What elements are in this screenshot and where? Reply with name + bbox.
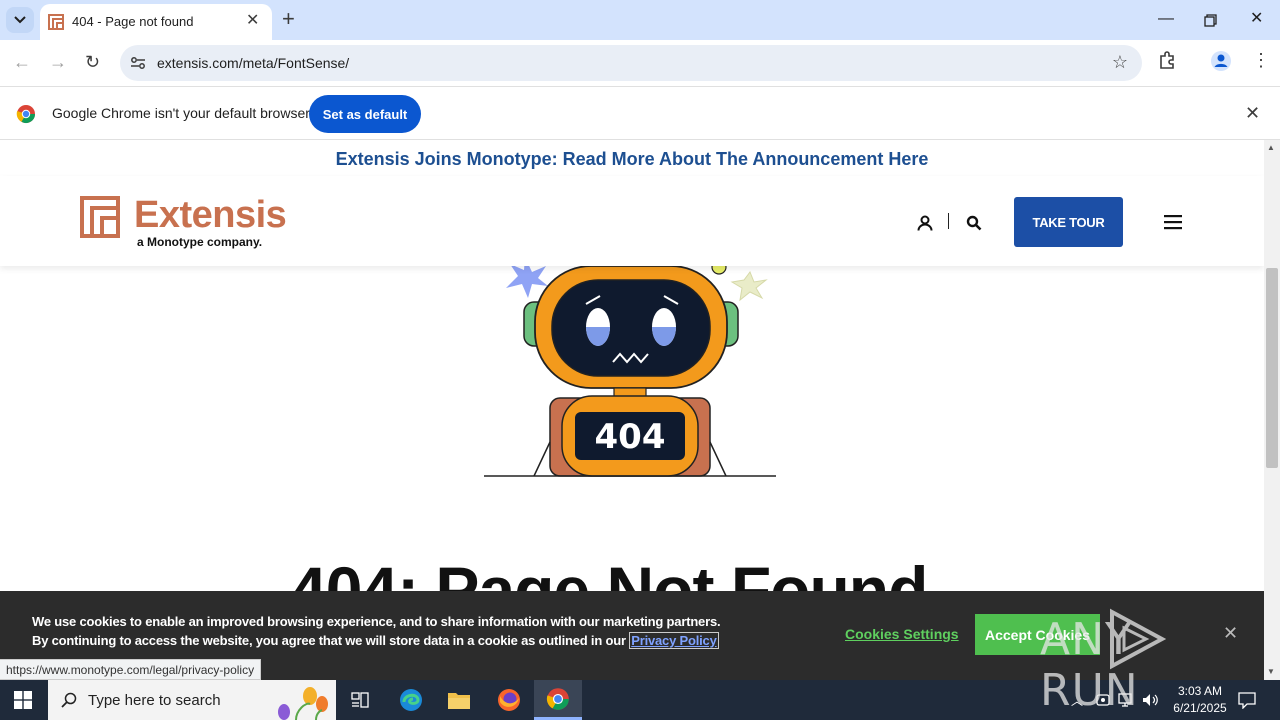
scroll-thumb[interactable] [1266, 268, 1278, 468]
back-icon[interactable]: ← [13, 52, 31, 72]
bookmark-star-icon[interactable]: ☆ [1112, 52, 1128, 73]
active-tab[interactable]: 404 - Page not found ✕ [40, 4, 272, 40]
volume-icon[interactable] [1142, 692, 1160, 708]
page-scrollbar[interactable]: ▲ ▼ [1264, 140, 1280, 680]
address-bar[interactable]: extensis.com/meta/FontSense/ ☆ [120, 45, 1142, 81]
privacy-policy-link[interactable]: Privacy Policy [629, 632, 719, 649]
account-icon[interactable] [917, 215, 933, 231]
close-cookie-banner-icon[interactable]: ✕ [1223, 623, 1238, 644]
logo-tagline: a Monotype company. [137, 235, 263, 249]
tab-strip: 404 - Page not found ✕ + — ✕ [0, 0, 1280, 40]
cookies-settings-link[interactable]: Cookies Settings [845, 626, 959, 642]
extensis-favicon-icon [48, 14, 64, 30]
restore-icon[interactable] [1204, 14, 1217, 27]
tulips-decoration-icon [278, 687, 328, 720]
hamburger-menu-icon[interactable] [1163, 214, 1183, 230]
scroll-down-icon[interactable]: ▼ [1267, 667, 1275, 676]
folder-icon [448, 693, 470, 709]
firefox-icon [498, 689, 520, 711]
scroll-up-icon[interactable]: ▲ [1267, 143, 1275, 152]
search-icon[interactable] [966, 215, 982, 231]
sparkle-icon [730, 270, 768, 302]
notifications-icon[interactable] [1238, 691, 1256, 709]
file-explorer-taskbar-button[interactable] [435, 680, 483, 720]
reload-icon[interactable]: ↻ [85, 52, 100, 72]
edge-taskbar-button[interactable] [387, 680, 435, 720]
minimize-icon[interactable]: — [1158, 10, 1174, 28]
windows-start-icon[interactable] [14, 691, 32, 709]
chrome-menu-icon[interactable]: ⋮ [1252, 51, 1270, 69]
tab-search-button[interactable] [6, 7, 34, 33]
taskbar-search-placeholder: Type here to search [88, 692, 221, 709]
extensions-icon[interactable] [1158, 50, 1178, 70]
infobar-message: Google Chrome isn't your default browser [52, 105, 310, 121]
status-bubble-url: https://www.monotype.com/legal/privacy-p… [0, 659, 262, 680]
close-window-icon[interactable]: ✕ [1250, 10, 1263, 28]
close-infobar-icon[interactable]: ✕ [1245, 103, 1260, 124]
search-icon [61, 692, 77, 708]
task-view-button[interactable] [336, 680, 384, 720]
chevron-down-icon [14, 16, 26, 24]
edge-icon [400, 689, 422, 711]
clock-time: 3:03 AM [1177, 684, 1223, 698]
close-tab-icon[interactable]: ✕ [246, 13, 259, 29]
profile-icon[interactable] [1210, 50, 1232, 72]
taskbar-clock[interactable]: 3:03 AM 6/21/2025 [1160, 683, 1240, 717]
new-tab-button[interactable]: + [282, 8, 295, 30]
header-divider [948, 213, 949, 229]
take-tour-button[interactable]: TAKE TOUR [1014, 197, 1123, 247]
browser-toolbar: ← → ↻ extensis.com/meta/FontSense/ ☆ ⋮ [0, 40, 1280, 86]
taskbar-search-box[interactable]: Type here to search [48, 680, 336, 720]
extensis-logo-icon[interactable] [80, 196, 120, 238]
task-view-icon [351, 692, 369, 708]
announcement-link[interactable]: Extensis Joins Monotype: Read More About… [0, 140, 1264, 176]
cookie-text: We use cookies to enable an improved bro… [32, 612, 722, 650]
robot-404-illustration: 404 [484, 253, 776, 477]
tab-title: 404 - Page not found [72, 14, 194, 29]
clock-date: 6/21/2025 [1173, 701, 1227, 715]
cookie-text-line-2: By continuing to access the website, you… [32, 633, 626, 648]
chrome-logo-icon [546, 687, 569, 710]
watermark-text: ANY RUN [1040, 614, 1139, 716]
logo-wordmark[interactable]: Extensis [134, 194, 287, 237]
default-browser-infobar: Google Chrome isn't your default browser… [0, 86, 1280, 140]
firefox-taskbar-button[interactable] [485, 680, 533, 720]
robot-404-text: 404 [595, 417, 666, 457]
cookie-text-line-1: We use cookies to enable an improved bro… [32, 614, 721, 629]
set-as-default-button[interactable]: Set as default [309, 95, 421, 133]
forward-icon[interactable]: → [49, 52, 67, 72]
url-text[interactable]: extensis.com/meta/FontSense/ [157, 55, 349, 71]
site-info-icon[interactable] [130, 56, 146, 70]
chrome-taskbar-button[interactable] [534, 680, 582, 720]
site-header: Extensis a Monotype company. TAKE TOUR [0, 176, 1264, 266]
chrome-logo-icon [16, 105, 35, 124]
